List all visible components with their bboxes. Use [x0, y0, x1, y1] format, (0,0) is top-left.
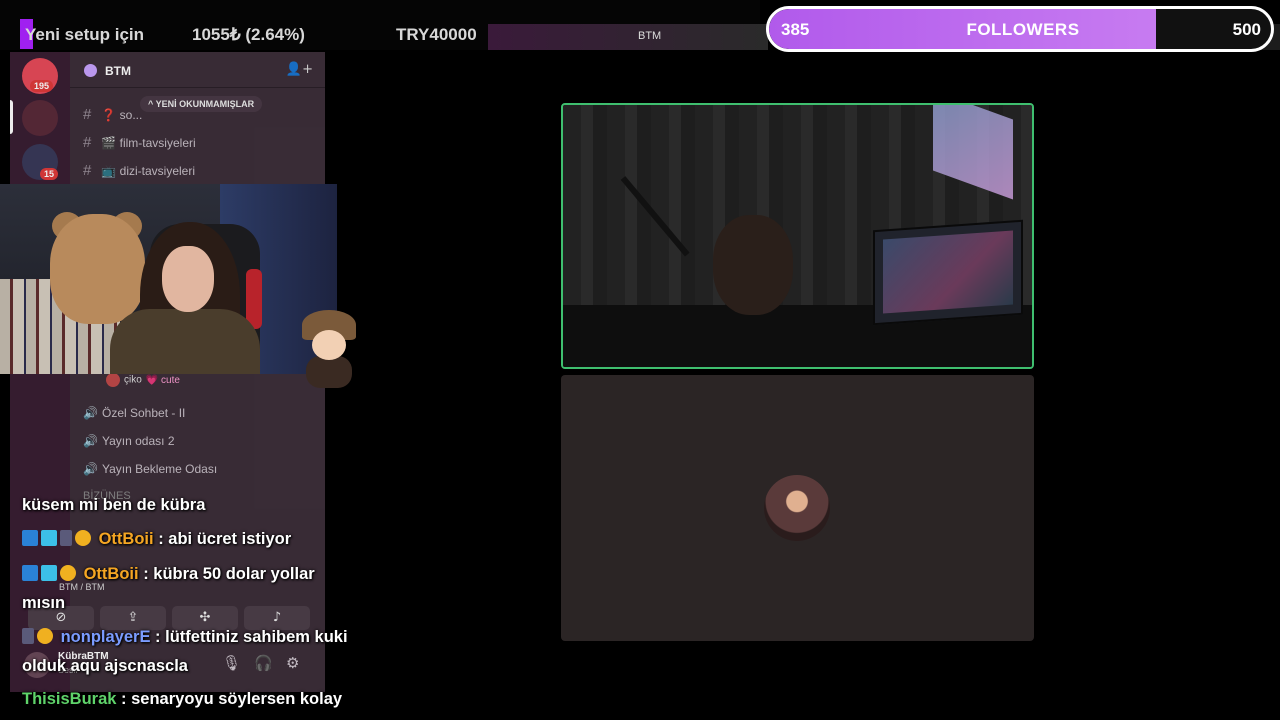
chat-message-continuation: mısın [22, 594, 65, 613]
ticker-currency: TRY40000 [396, 25, 477, 44]
chat-message: OttBoii : kübra 50 dolar yollar [22, 565, 315, 584]
chat-text: : kübra 50 dolar yollar [143, 565, 315, 583]
streamer-body [110, 309, 260, 374]
voice-action-buttons: ⊘ ⇪ ✣ ♪ [28, 606, 318, 630]
bits-badge-icon [75, 530, 91, 546]
bits-badge-icon [37, 628, 53, 644]
chat-message: ThisisBurak : senaryoyu söylersen kolay [22, 690, 342, 709]
ticker-title: Yeni setup için [25, 25, 145, 44]
voice-channel-name: Yayın Bekleme Odası [102, 462, 218, 476]
channel-name: dizi-tavsiyeleri [119, 164, 195, 178]
new-unreads-button[interactable]: ^ YENİ OKUNMAMIŞLAR [140, 96, 263, 112]
chat-message-continuation: olduk aqu ajscnascla [22, 657, 188, 676]
cube-badge-icon [41, 530, 57, 546]
server-folder-icon[interactable]: 15 [22, 144, 59, 180]
chat-username: nonplayerE [60, 628, 151, 646]
channel-item[interactable]: # ❓ so... [83, 106, 142, 123]
doll-body [306, 356, 352, 388]
speaker-icon: 🔊 [83, 462, 98, 476]
video-monitor-screen [883, 230, 1013, 314]
followers-goal: 500 [1232, 20, 1261, 39]
chat-username: OttBoii [83, 565, 139, 583]
voice-channel-bekleme-odasi[interactable]: 🔊 Yayın Bekleme Odası [83, 462, 217, 476]
channel-item-film-tavsiyeleri[interactable]: # 🎬 film-tavsiyeleri [83, 134, 196, 151]
voice-channel-name: Yayın odası 2 [102, 434, 175, 448]
tool-badge-icon [22, 530, 38, 546]
server-name: BTM [105, 64, 131, 78]
hashtag-icon: # [83, 162, 92, 179]
new-unreads-label: YENİ OKUNMAMIŞLAR [155, 99, 255, 109]
channel-emoji: 📺 [101, 164, 117, 178]
chat-text: küsem mi ben de kübra [22, 496, 206, 514]
chat-message: nonplayerE : lütfettiniz sahibem kuki [22, 628, 348, 647]
gear-icon[interactable]: ⚙ [286, 654, 299, 672]
speaker-icon: 🔊 [83, 434, 98, 448]
flask-badge-icon [22, 628, 34, 644]
member-tag: 💗 cute [145, 374, 180, 386]
video-participant [713, 215, 793, 315]
screen-share-button[interactable]: ⇪ [100, 606, 166, 630]
folder-unread-badge: 15 [40, 168, 59, 180]
channel-emoji: ❓ [101, 108, 117, 122]
voice-channel-ozel-sohbet[interactable]: 🔊 Özel Sohbet - II [83, 406, 185, 420]
call-video-tile[interactable] [561, 103, 1034, 369]
channel-name: so... [119, 108, 143, 122]
chat-text: olduk aqu ajscnascla [22, 657, 188, 675]
activities-button[interactable]: ✣ [172, 606, 238, 630]
discord-home-button[interactable]: 195 [22, 58, 58, 94]
window-title: BTM [638, 30, 662, 42]
add-member-icon[interactable]: 👤+ [286, 62, 313, 77]
hashtag-icon: # [83, 106, 92, 123]
headphones-icon[interactable]: 🎧 [254, 654, 273, 672]
call-voice-tile[interactable] [561, 375, 1034, 641]
avatar [106, 373, 120, 387]
server-icon-btm[interactable] [22, 100, 58, 136]
flask-badge-icon [60, 530, 72, 546]
chat-text: : lütfettiniz sahibem kuki [155, 628, 348, 646]
window-title-bar[interactable]: BTM [488, 24, 768, 50]
server-boost-icon [84, 64, 97, 77]
chat-text: : senaryoyu söylersen kolay [121, 690, 343, 708]
chat-message: OttBoii : abi ücret istiyor [22, 530, 291, 549]
bits-badge-icon [60, 565, 76, 581]
chat-text: mısın [22, 594, 66, 612]
followers-goal-bar: 385 FOLLOWERS 500 [766, 6, 1274, 52]
teddy-bear [50, 214, 145, 324]
voice-channel-yayin-odasi[interactable]: 🔊 Yayın odası 2 [83, 434, 175, 448]
microphone-icon[interactable]: 🎙 [222, 654, 241, 672]
soundboard-button[interactable]: ♪ [244, 606, 310, 630]
video-monitor [873, 219, 1023, 326]
streamer-webcam [0, 184, 337, 374]
chat-message: küsem mi ben de kübra [22, 496, 205, 515]
streamer-face [162, 246, 214, 312]
participant-avatar [764, 475, 830, 541]
server-selection-pill [10, 100, 13, 134]
voice-channel-name: Özel Sohbet - II [102, 406, 186, 420]
member-name: çiko [124, 374, 142, 386]
tool-badge-icon [22, 565, 38, 581]
chat-text: : abi ücret istiyor [158, 530, 292, 548]
hashtag-icon: # [83, 134, 92, 151]
voice-channel-member[interactable]: çiko 💗 cute [106, 373, 180, 387]
ticker-price: 1055₺ (2.64%) [192, 25, 305, 44]
channel-item-dizi-tavsiyeleri[interactable]: # 📺 dizi-tavsiyeleri [83, 162, 195, 179]
channel-name: film-tavsiyeleri [119, 136, 196, 150]
followers-label: FOLLOWERS [966, 20, 1080, 39]
chat-username: OttBoii [98, 530, 154, 548]
doll-face [312, 330, 346, 360]
speaker-icon: 🔊 [83, 406, 98, 420]
doll-sticker [298, 310, 360, 390]
cube-badge-icon [41, 565, 57, 581]
home-unread-badge: 195 [30, 80, 54, 92]
server-header[interactable]: BTM 👤+ [70, 52, 325, 88]
chat-username: ThisisBurak [22, 690, 117, 708]
channel-emoji: 🎬 [101, 136, 117, 150]
